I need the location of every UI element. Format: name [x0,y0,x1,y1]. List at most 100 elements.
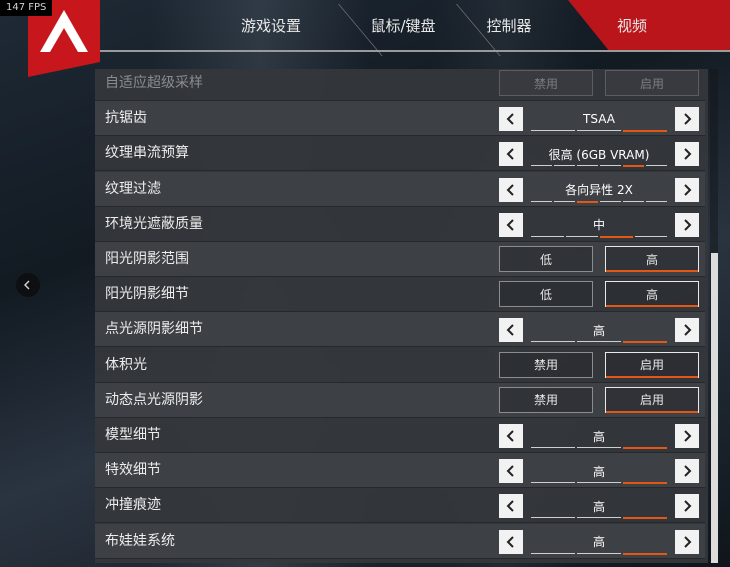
next-option-button[interactable] [675,107,699,132]
back-arrow-button[interactable] [16,273,40,297]
chevron-left-icon [506,465,514,477]
level-segment [623,552,667,555]
setting-label: 布娃娃系统 [105,532,175,549]
level-segment [531,130,575,132]
chevron-right-icon [684,148,692,161]
top-nav: 游戏设置 鼠标/键盘 控制器 视频 [0,0,730,56]
toggle-option-button[interactable]: 禁用 [499,70,593,96]
chevron-right-icon [684,113,692,125]
settings-row: 布娃娃系统 高 [95,523,705,559]
nav-underline [100,50,730,52]
level-segment [531,447,575,448]
next-option-button[interactable] [675,529,699,554]
chevron-left-icon [506,219,514,231]
toggle-option-button[interactable]: 禁用 [499,351,593,378]
setting-label: 冲撞痕迹 [105,497,161,514]
next-option-button[interactable] [675,494,699,519]
next-option-button[interactable] [675,177,699,202]
toggle-option-button[interactable]: 启用 [605,351,699,378]
level-segment [623,517,667,520]
chevron-right-icon [684,183,692,196]
setting-value: TSAA [583,112,615,127]
setting-label: 模型细节 [105,427,161,443]
level-segment [577,482,621,484]
settings-row: 纹理串流预算 很高 (6GB VRAM) [95,136,705,172]
level-segment [577,341,621,343]
setting-label: 特效细节 [105,462,161,479]
settings-row: 自适应超级采样 禁用 启用 [95,69,705,101]
level-indicator [531,130,667,133]
toggle-option-button[interactable]: 高 [605,246,699,272]
chevron-right-icon [684,324,692,337]
tab-mouse-keyboard[interactable]: 鼠标/键盘 [338,0,468,50]
level-segment [577,165,598,167]
next-option-button[interactable] [675,142,699,167]
chevron-left-icon [24,280,30,290]
level-segment [531,482,575,484]
level-segment [623,165,644,168]
settings-row: 阳光阴影范围 低高 [95,242,705,277]
settings-row: 体积光 禁用 启用 [95,348,705,383]
next-option-button[interactable] [675,424,699,448]
chevron-right-icon [684,535,692,548]
level-segment [623,341,667,344]
previous-option-button[interactable] [499,424,523,448]
previous-option-button[interactable] [499,529,523,554]
setting-label: 点光源阴影细节 [105,321,203,338]
previous-option-button[interactable] [499,318,523,343]
chevron-left-icon [506,113,514,125]
level-segment [623,482,667,485]
settings-panel: 自适应超级采样 禁用 启用抗锯齿 TSAA 纹理串流预算 很高 (6GB VRAM) 纹理过… [95,69,708,563]
setting-label: 体积光 [105,356,147,373]
level-indicator [531,165,667,168]
tab-video[interactable]: 视频 [582,0,682,50]
toggle-option-button[interactable]: 低 [499,246,593,272]
chevron-left-icon [506,500,514,513]
settings-row: 动态点光源阴影 禁用 启用 [95,382,705,418]
level-segment [554,200,575,202]
toggle-option-button[interactable]: 高 [605,281,699,308]
chevron-right-icon [684,219,692,231]
previous-option-button[interactable] [499,107,523,132]
next-option-button[interactable] [675,212,699,237]
previous-option-button[interactable] [499,142,523,167]
level-segment [554,165,575,167]
level-indicator [531,341,667,344]
setting-label: 抗锯齿 [105,110,147,127]
setting-value: 高 [592,429,605,444]
setting-label: 阳光阴影细节 [105,286,189,303]
previous-option-button[interactable] [499,177,523,202]
level-segment [623,130,667,133]
level-indicator [531,447,667,449]
tab-game-settings[interactable]: 游戏设置 [215,0,327,50]
tab-controller[interactable]: 控制器 [456,0,562,50]
level-segment [531,341,575,343]
toggle-option-button[interactable]: 启用 [605,386,699,413]
level-segment [623,447,667,449]
chevron-right-icon [684,465,692,477]
level-segment [646,165,667,167]
setting-label: 纹理串流预算 [105,145,189,162]
next-option-button[interactable] [675,459,699,484]
scrollbar-thumb[interactable] [711,253,718,563]
setting-label: 环境光遮蔽质量 [105,215,203,232]
level-segment [634,235,667,237]
settings-row: 纹理过滤 各向异性 2X [95,171,705,207]
toggle-option-button[interactable]: 禁用 [499,386,593,413]
setting-value: 高 [592,464,605,479]
previous-option-button[interactable] [499,459,523,484]
level-segment [600,200,621,202]
previous-option-button[interactable] [499,494,523,519]
chevron-left-icon [506,148,514,161]
setting-value: 高 [592,535,605,550]
previous-option-button[interactable] [499,212,523,237]
fps-counter: 147 FPS [0,0,53,16]
toggle-option-button[interactable]: 启用 [605,70,699,96]
chevron-left-icon [506,183,514,196]
level-segment [531,552,575,554]
next-option-button[interactable] [675,318,699,343]
settings-row: 环境光遮蔽质量 中 [95,207,705,242]
level-segment [600,235,633,238]
setting-label: 阳光阴影范围 [105,251,189,267]
toggle-option-button[interactable]: 低 [499,281,593,308]
